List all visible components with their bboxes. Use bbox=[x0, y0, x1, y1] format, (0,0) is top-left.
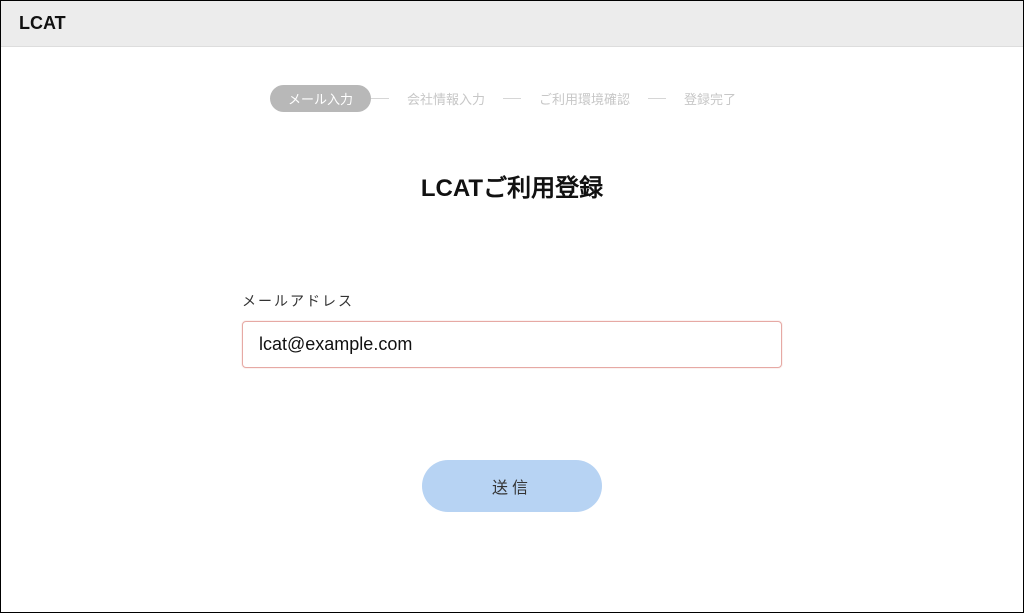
step-company-info: 会社情報入力 bbox=[389, 85, 503, 112]
step-connector bbox=[648, 98, 666, 99]
email-label: メールアドレス bbox=[242, 291, 782, 311]
registration-form: メールアドレス bbox=[242, 291, 782, 368]
step-registration-complete: 登録完了 bbox=[666, 85, 754, 112]
step-connector bbox=[371, 98, 389, 99]
header-bar: LCAT bbox=[1, 1, 1023, 47]
app-title: LCAT bbox=[19, 13, 1005, 34]
step-environment-check: ご利用環境確認 bbox=[521, 85, 648, 112]
step-connector bbox=[503, 98, 521, 99]
step-email-input: メール入力 bbox=[270, 85, 371, 112]
email-field[interactable] bbox=[242, 321, 782, 368]
progress-stepper: メール入力 会社情報入力 ご利用環境確認 登録完了 bbox=[270, 85, 754, 112]
main-content: メール入力 会社情報入力 ご利用環境確認 登録完了 LCATご利用登録 メールア… bbox=[1, 47, 1023, 512]
submit-wrapper: 送信 bbox=[422, 460, 602, 512]
page-title: LCATご利用登録 bbox=[421, 168, 603, 203]
submit-button[interactable]: 送信 bbox=[422, 460, 602, 512]
